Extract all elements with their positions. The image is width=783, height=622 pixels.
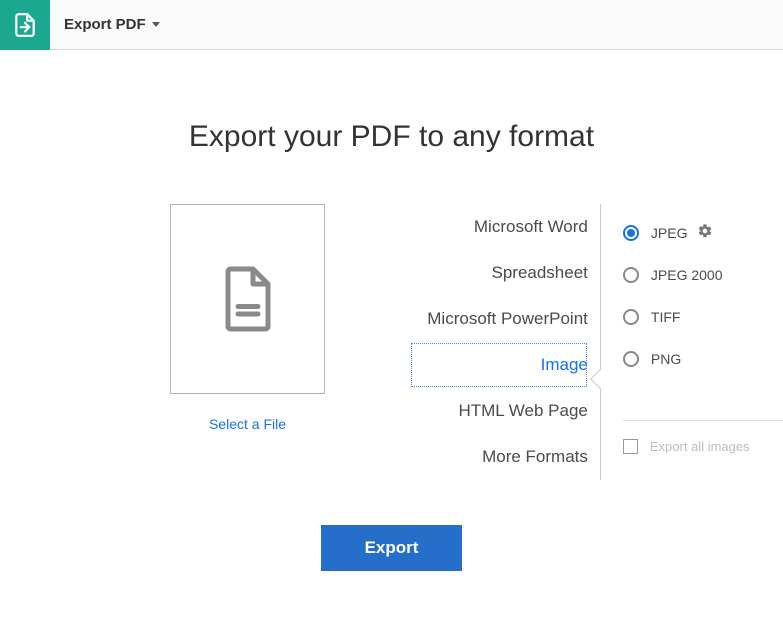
- radio-icon: [623, 351, 639, 367]
- radio-icon: [623, 225, 639, 241]
- export-button[interactable]: Export: [321, 525, 463, 571]
- format-more[interactable]: More Formats: [410, 434, 588, 480]
- document-icon: [218, 264, 278, 334]
- content-row: Select a File Microsoft Word Spreadsheet…: [0, 204, 783, 480]
- main-panel: Export your PDF to any format Select a F…: [0, 50, 783, 571]
- radio-icon: [623, 267, 639, 283]
- export-all-images-row[interactable]: Export all images: [623, 439, 783, 454]
- format-word[interactable]: Microsoft Word: [410, 204, 588, 250]
- radio-icon: [623, 309, 639, 325]
- radio-jpeg2000[interactable]: JPEG 2000: [623, 254, 783, 296]
- radio-label: JPEG 2000: [651, 267, 723, 283]
- toolbar: Export PDF: [0, 0, 783, 50]
- radio-label: JPEG: [651, 225, 688, 241]
- tool-title-label: Export PDF: [64, 16, 146, 33]
- divider: [623, 420, 783, 421]
- format-list: Microsoft Word Spreadsheet Microsoft Pow…: [410, 204, 588, 480]
- caret-down-icon: [152, 22, 160, 27]
- format-image[interactable]: Image: [410, 342, 588, 388]
- selection-notch: [590, 369, 610, 389]
- file-column: Select a File: [170, 204, 325, 480]
- gear-icon[interactable]: [697, 223, 713, 244]
- format-spreadsheet[interactable]: Spreadsheet: [410, 250, 588, 296]
- radio-png[interactable]: PNG: [623, 338, 783, 380]
- checkbox-icon[interactable]: [623, 439, 638, 454]
- checkbox-label: Export all images: [650, 439, 750, 454]
- tool-title-dropdown[interactable]: Export PDF: [50, 16, 174, 33]
- radio-label: PNG: [651, 351, 681, 367]
- image-format-options: JPEG JPEG 2000 TIFF PNG Export all image: [600, 204, 783, 480]
- radio-label: TIFF: [651, 309, 681, 325]
- select-file-link[interactable]: Select a File: [209, 416, 286, 432]
- format-html[interactable]: HTML Web Page: [410, 388, 588, 434]
- radio-jpeg[interactable]: JPEG: [623, 212, 783, 254]
- radio-tiff[interactable]: TIFF: [623, 296, 783, 338]
- export-pdf-icon: [0, 0, 50, 50]
- page-heading: Export your PDF to any format: [0, 120, 783, 154]
- format-powerpoint[interactable]: Microsoft PowerPoint: [410, 296, 588, 342]
- export-button-wrap: Export: [0, 525, 783, 571]
- file-dropzone[interactable]: [170, 204, 325, 394]
